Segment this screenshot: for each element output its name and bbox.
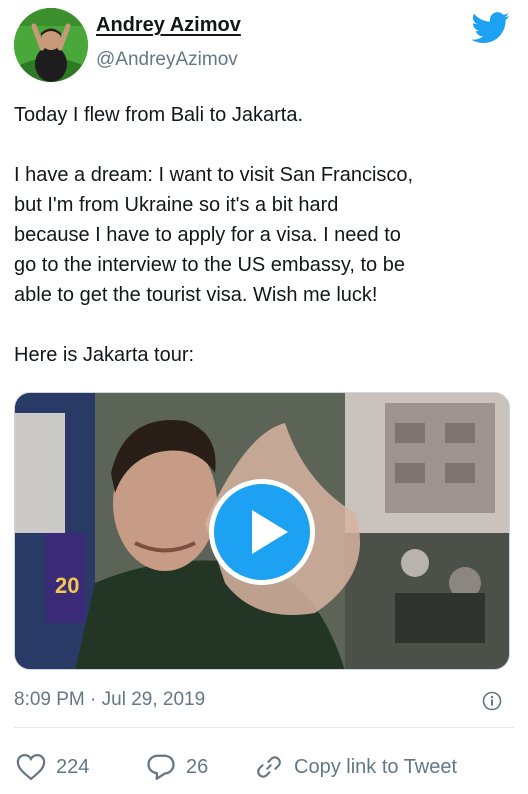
play-button[interactable] — [209, 479, 315, 585]
copy-link-button[interactable]: Copy link to Tweet — [254, 751, 457, 783]
like-button[interactable]: 224 — [16, 751, 89, 783]
tweet-line: able to get the tourist visa. Wish me lu… — [14, 284, 378, 306]
tweet-line: because I have to apply for a visa. I ne… — [14, 224, 401, 246]
info-icon[interactable] — [482, 691, 502, 711]
play-icon — [252, 510, 288, 554]
like-count: 224 — [56, 755, 90, 778]
speech-bubble-icon — [147, 754, 175, 780]
tweet-line: Here is Jakarta tour: — [14, 344, 195, 366]
copy-link-label: Copy link to Tweet — [294, 755, 458, 778]
tweet-text: Today I flew from Bali to Jakarta. I hav… — [14, 100, 514, 370]
divider — [14, 727, 514, 728]
tweet-line: but I'm from Ukraine so it's a bit hard — [14, 194, 339, 216]
author-avatar[interactable] — [14, 8, 88, 82]
reply-count: 26 — [186, 755, 209, 778]
link-icon — [257, 756, 281, 778]
heart-icon — [16, 753, 46, 781]
author-handle[interactable]: @AndreyAzimov — [96, 49, 238, 71]
author-name[interactable]: Andrey Azimov — [96, 14, 241, 37]
tweet-line: I have a dream: I want to visit San Fran… — [14, 164, 414, 186]
tweet-line: go to the interview to the US embassy, t… — [14, 254, 405, 276]
tweet-timestamp[interactable]: 8:09 PM · Jul 29, 2019 — [14, 689, 205, 711]
video-player[interactable]: 20 — [14, 392, 510, 670]
twitter-bird-icon[interactable] — [471, 12, 510, 44]
tweet-line: Today I flew from Bali to Jakarta. — [14, 104, 304, 126]
storefront-sign-text: 20 — [55, 573, 79, 598]
tweet-card: Andrey Azimov @AndreyAzimov Today I flew… — [0, 0, 528, 794]
reply-button[interactable]: 26 — [146, 751, 208, 783]
